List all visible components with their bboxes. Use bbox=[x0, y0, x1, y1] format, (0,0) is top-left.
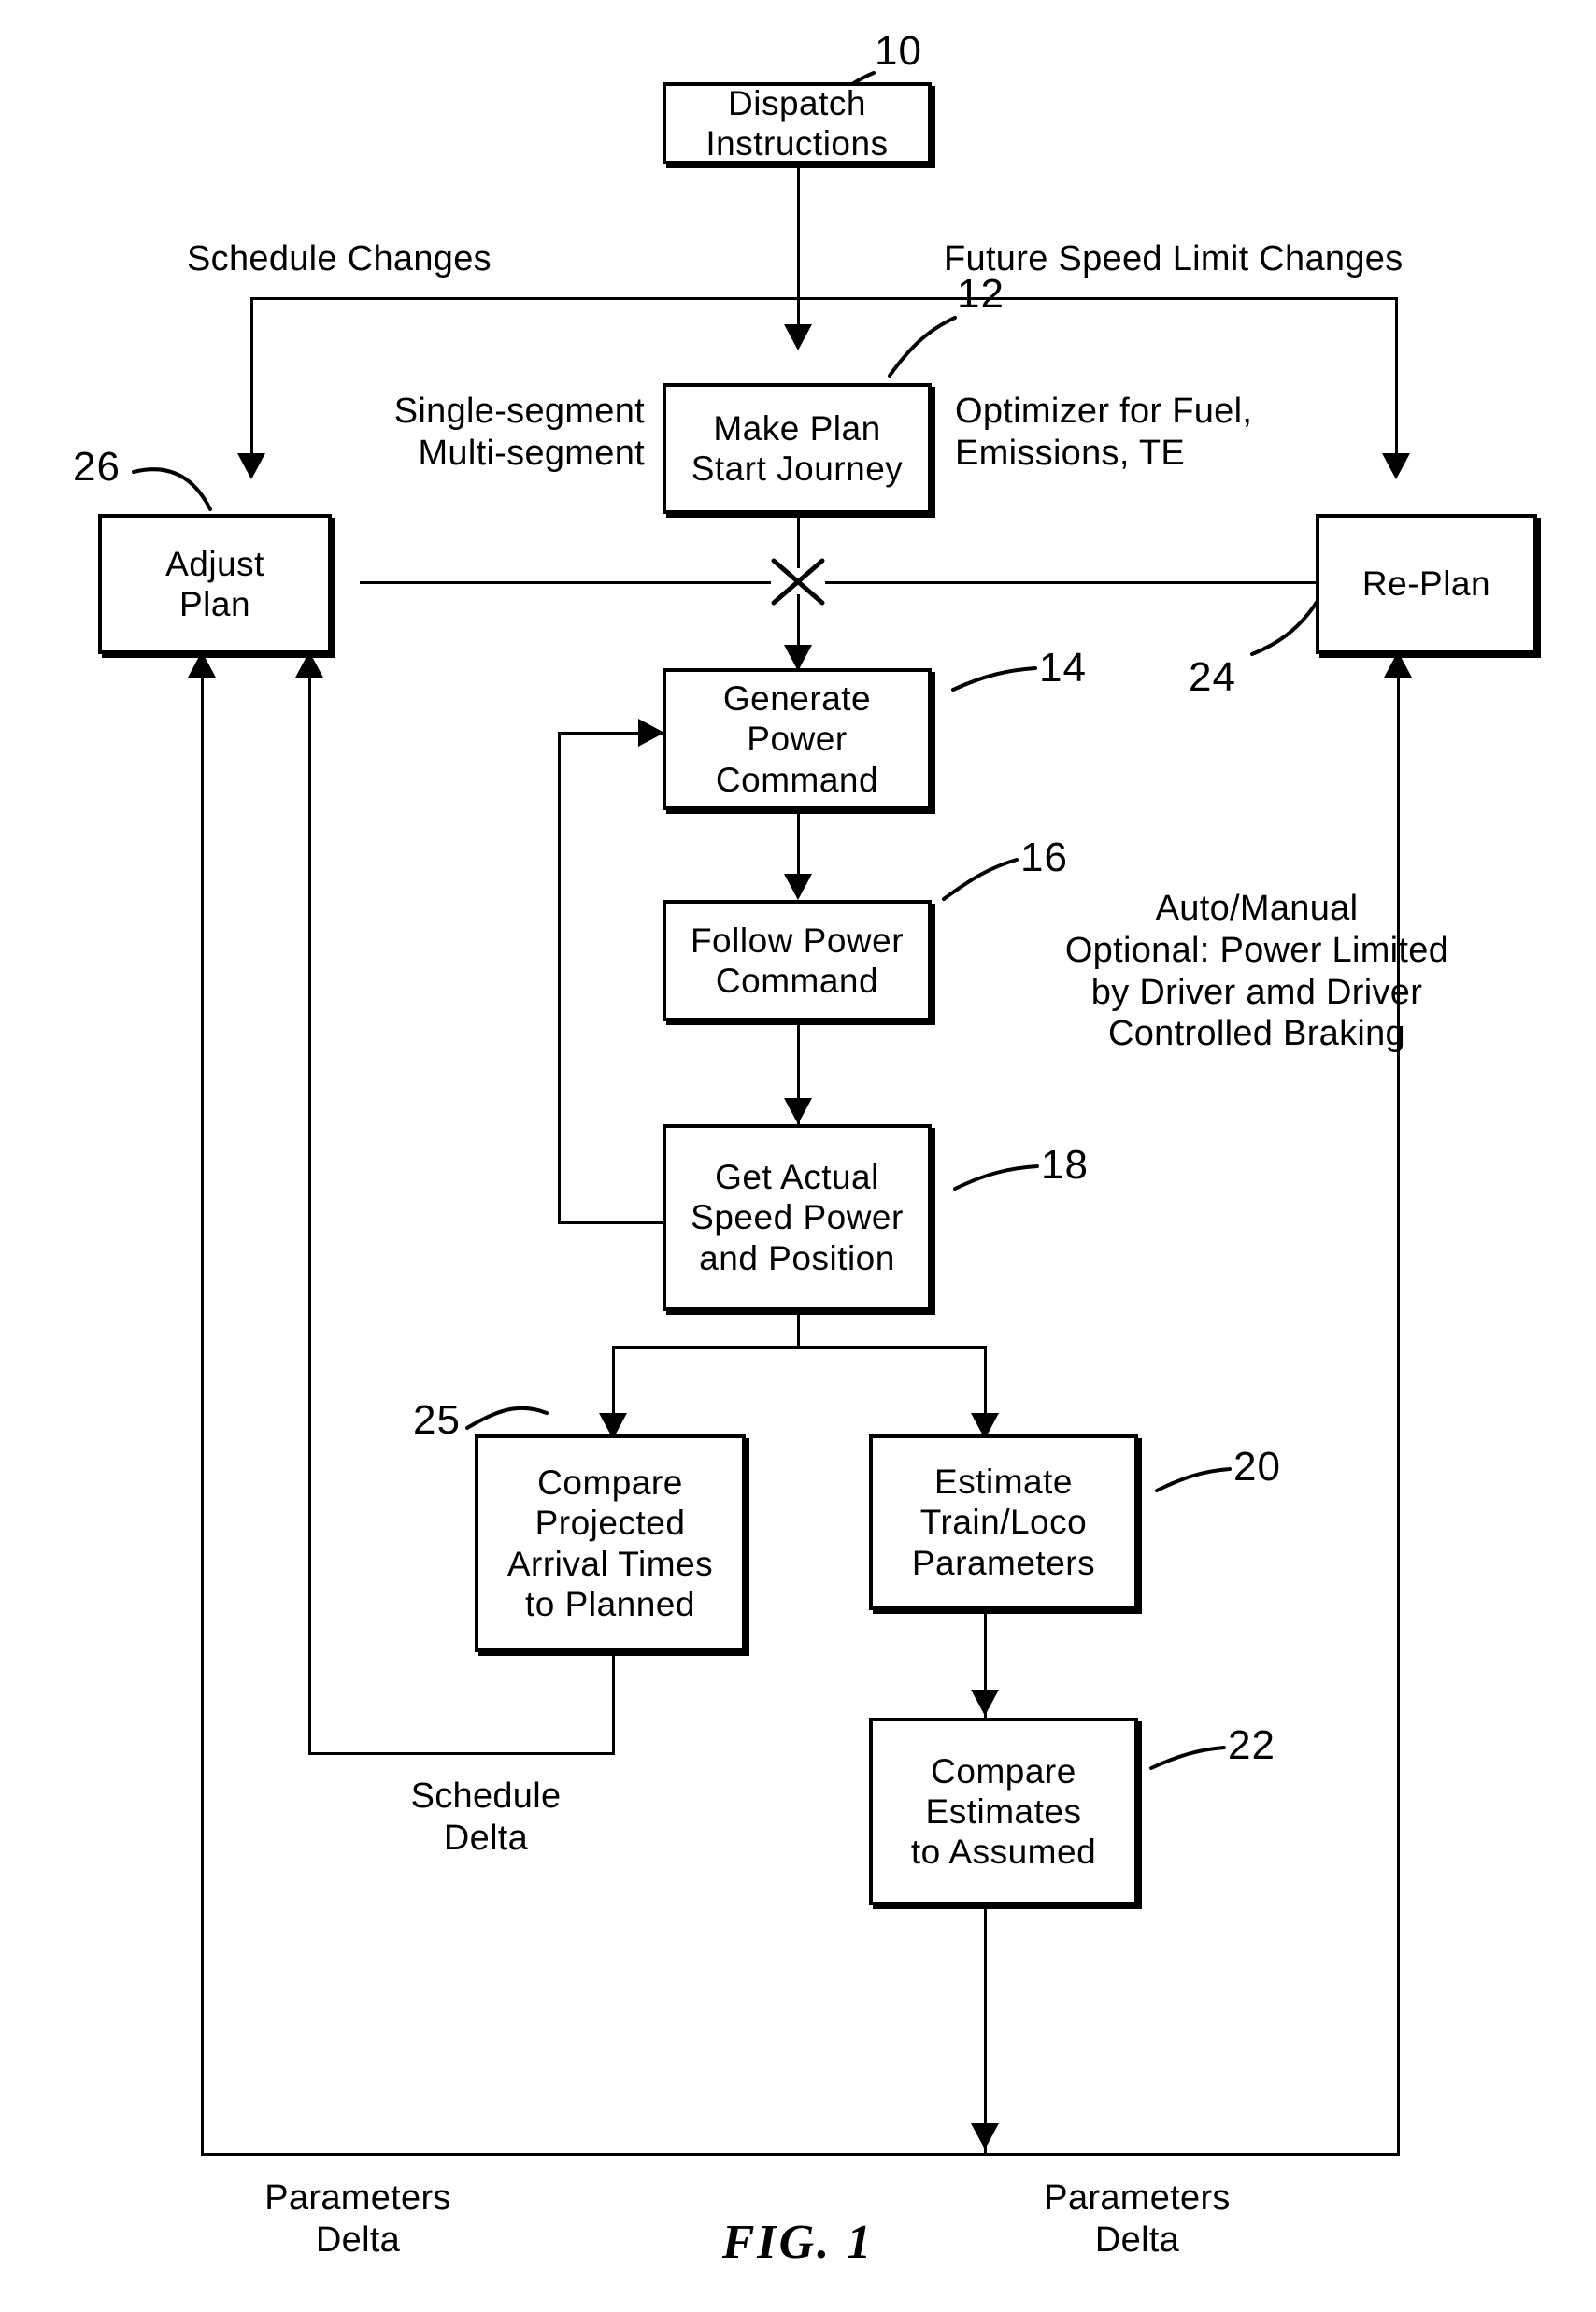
connector-dispatch-bus bbox=[250, 297, 1395, 300]
node-get-actual-speed-power-position[interactable]: Get Actual Speed Power and Position bbox=[663, 1124, 932, 1311]
annotation-future-speed-limit-changes: Future Speed Limit Changes bbox=[944, 239, 1404, 278]
annotation-segment-modes: Single-segment Multi-segment bbox=[393, 392, 645, 473]
connector-18-down bbox=[797, 1310, 800, 1348]
leader-14 bbox=[951, 666, 1037, 692]
node-compare-estimates-to-assumed-label: Compare Estimates to Assumed bbox=[910, 1751, 1097, 1872]
node-adjust-plan-label: Adjust Plan bbox=[165, 544, 264, 623]
connector-18-feedback-left bbox=[558, 1221, 663, 1224]
connector-10-to-12 bbox=[797, 164, 800, 346]
annotation-auto-manual-driver: Auto/Manual Optional: Power Limited by D… bbox=[1064, 889, 1449, 1054]
node-follow-power-command[interactable]: Follow Power Command bbox=[663, 900, 932, 1021]
leader-18 bbox=[953, 1164, 1039, 1191]
connector-parameters-delta-left-up bbox=[201, 654, 204, 2156]
numeral-22: 22 bbox=[1228, 1722, 1275, 1768]
connector-schedule-delta-up bbox=[308, 654, 311, 1755]
arrowhead-to-adjust-plan-bottom-left bbox=[188, 651, 216, 678]
connector-parameters-delta-right-up bbox=[1397, 654, 1400, 2156]
figure-caption: FIG. 1 bbox=[721, 2216, 875, 2269]
arrowhead-to-parameters-bus bbox=[971, 2123, 999, 2149]
node-compare-projected-arrival-times[interactable]: Compare Projected Arrival Times to Planned bbox=[475, 1434, 746, 1652]
node-generate-power-command-label: Generate Power Command bbox=[715, 679, 879, 799]
numeral-14: 14 bbox=[1039, 645, 1087, 691]
connector-12-down-a bbox=[797, 512, 800, 568]
patent-figure-page: Dispatch Instructions Make Plan Start Jour… bbox=[0, 0, 1596, 2312]
connector-18-feedback-up bbox=[558, 732, 561, 1224]
connector-25-down bbox=[612, 1652, 615, 1755]
node-re-plan[interactable]: Re-Plan bbox=[1316, 514, 1537, 654]
leader-12 bbox=[888, 316, 957, 378]
node-re-plan-label: Re-Plan bbox=[1361, 564, 1491, 604]
node-follow-power-command-label: Follow Power Command bbox=[690, 921, 905, 1000]
numeral-10: 10 bbox=[875, 28, 922, 74]
connector-schedule-delta-left bbox=[308, 1752, 615, 1755]
arrowhead-to-12 bbox=[784, 324, 812, 350]
numeral-18: 18 bbox=[1041, 1142, 1089, 1188]
annotation-schedule-changes: Schedule Changes bbox=[187, 239, 492, 278]
node-dispatch-instructions[interactable]: Dispatch Instructions bbox=[663, 82, 932, 164]
numeral-16: 16 bbox=[1020, 835, 1068, 880]
node-compare-projected-arrival-times-label: Compare Projected Arrival Times to Planned bbox=[506, 1463, 714, 1623]
node-estimate-train-loco-parameters[interactable]: Estimate Train/Loco Parameters bbox=[869, 1434, 1138, 1610]
leader-20 bbox=[1155, 1467, 1232, 1492]
numeral-12: 12 bbox=[957, 271, 1005, 317]
numeral-20: 20 bbox=[1233, 1444, 1281, 1490]
node-get-actual-speed-power-position-label: Get Actual Speed Power and Position bbox=[691, 1158, 904, 1277]
node-adjust-plan[interactable]: Adjust Plan bbox=[98, 514, 332, 654]
node-make-plan-start-journey[interactable]: Make Plan Start Journey bbox=[663, 383, 932, 514]
arrowhead-to-14 bbox=[784, 645, 812, 671]
annotation-optimizer: Optimizer for Fuel, Emissions, TE bbox=[955, 392, 1253, 473]
node-estimate-train-loco-parameters-label: Estimate Train/Loco Parameters bbox=[911, 1463, 1096, 1582]
connector-18-split-bus bbox=[612, 1346, 986, 1349]
node-make-plan-start-journey-label: Make Plan Start Journey bbox=[691, 408, 904, 488]
arrowhead-to-adjust-plan-bottom-right bbox=[295, 651, 323, 678]
arrowhead-to-22 bbox=[971, 1690, 999, 1716]
numeral-26: 26 bbox=[73, 444, 121, 490]
annotation-schedule-delta: Schedule Delta bbox=[410, 1777, 562, 1858]
arrowhead-to-18 bbox=[784, 1098, 812, 1124]
leader-22 bbox=[1149, 1746, 1226, 1770]
numeral-25: 25 bbox=[413, 1397, 461, 1443]
node-compare-estimates-to-assumed[interactable]: Compare Estimates to Assumed bbox=[869, 1718, 1138, 1905]
arrowhead-to-14-left bbox=[638, 719, 664, 747]
node-dispatch-instructions-label: Dispatch Instructions bbox=[705, 83, 889, 163]
connector-22-down bbox=[984, 1905, 987, 2153]
arrowhead-to-replan-bottom bbox=[1384, 651, 1412, 678]
leader-24 bbox=[1250, 596, 1321, 656]
connector-adjust-to-center bbox=[360, 581, 771, 584]
numeral-24: 24 bbox=[1189, 654, 1236, 700]
leader-26 bbox=[132, 467, 212, 511]
arrowhead-to-16 bbox=[784, 874, 812, 900]
node-generate-power-command[interactable]: Generate Power Command bbox=[663, 668, 932, 810]
connector-parameters-delta-bus bbox=[201, 2153, 1400, 2156]
leader-25 bbox=[465, 1406, 549, 1430]
connector-center-to-replan bbox=[825, 581, 1316, 584]
